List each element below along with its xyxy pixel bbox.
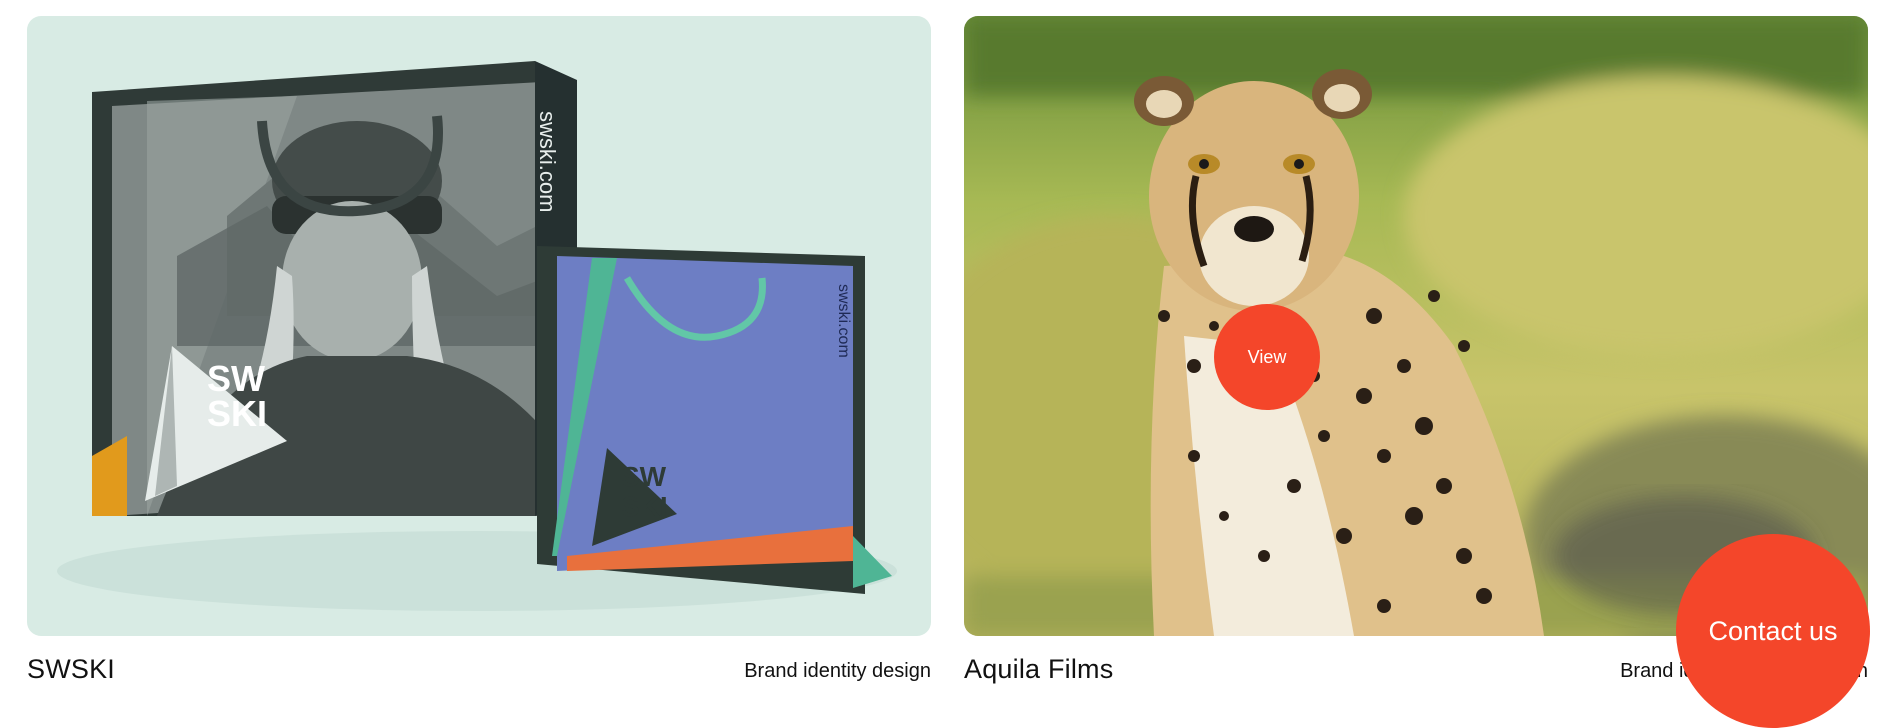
project-title[interactable]: SWSKI — [27, 654, 115, 685]
project-title[interactable]: Aquila Films — [964, 654, 1113, 685]
view-button[interactable]: View — [1214, 304, 1320, 410]
svg-text:SKI: SKI — [621, 491, 668, 522]
swski-bags-image: SW SKI swski.com SW SKI swski.com — [57, 61, 897, 611]
portfolio-grid: SW SKI swski.com SW SKI swski.com SWSKI … — [0, 0, 1878, 728]
project-meta-swski: SWSKI Brand identity design — [27, 650, 931, 690]
svg-text:swski.com: swski.com — [835, 284, 852, 358]
project-tag: Brand identity design — [744, 660, 931, 682]
svg-text:swski.com: swski.com — [535, 111, 560, 212]
svg-text:SKI: SKI — [207, 393, 267, 434]
contact-us-button[interactable]: Contact us — [1676, 534, 1870, 728]
svg-text:SW: SW — [621, 461, 667, 492]
project-card-swski[interactable]: SW SKI swski.com SW SKI swski.com — [27, 16, 931, 636]
